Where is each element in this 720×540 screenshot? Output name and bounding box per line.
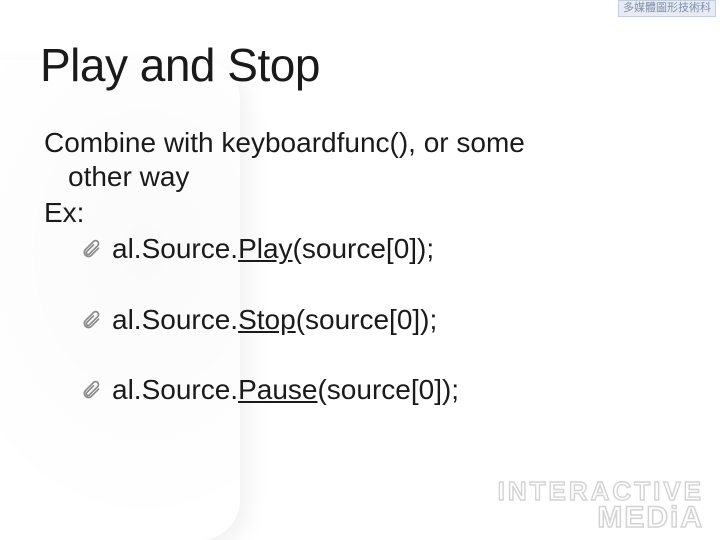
slide-content: Play and Stop Combine with keyboardfunc(…: [0, 0, 720, 407]
list-item: al.Source.Play(source[0]);: [44, 232, 680, 266]
watermark-line-2: MEDiA: [498, 504, 704, 533]
example-label: Ex:: [44, 196, 680, 230]
top-right-badge: 多媒體圖形技術科: [618, 0, 716, 17]
list-item: al.Source.Stop(source[0]);: [44, 303, 680, 337]
paperclip-icon: [80, 376, 102, 404]
code-line: al.Source.Stop(source[0]);: [112, 303, 437, 337]
slide-body: Combine with keyboardfunc(), or some oth…: [40, 126, 680, 407]
intro-line-1: Combine with keyboardfunc(), or some: [44, 126, 680, 160]
list-item: al.Source.Pause(source[0]);: [44, 373, 680, 407]
code-line: al.Source.Pause(source[0]);: [112, 373, 459, 407]
slide-title: Play and Stop: [40, 38, 680, 92]
watermark-line-1: INTERACTIVE: [498, 479, 704, 504]
paperclip-icon: [80, 235, 102, 263]
watermark: INTERACTIVE MEDiA: [498, 479, 704, 532]
intro-line-2: other way: [44, 160, 680, 194]
code-line: al.Source.Play(source[0]);: [112, 232, 434, 266]
paperclip-icon: [80, 306, 102, 334]
